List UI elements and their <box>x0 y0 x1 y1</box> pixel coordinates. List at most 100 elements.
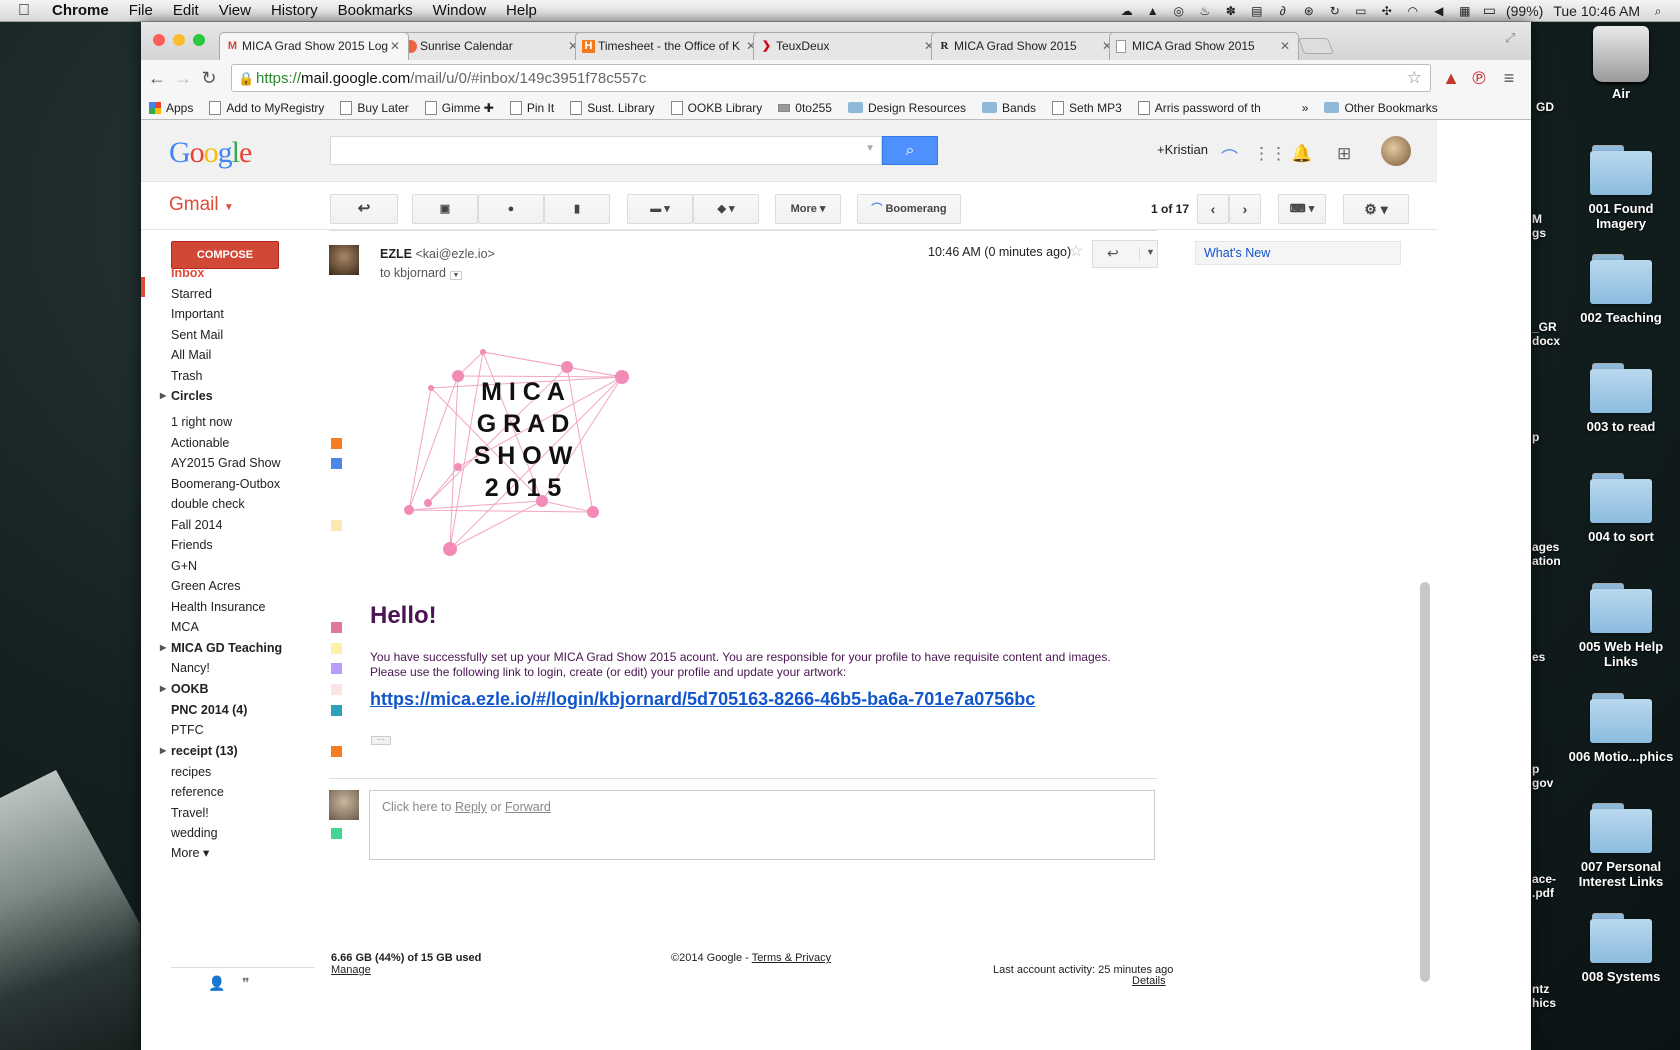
desktop-partial-label[interactable]: ace- .pdf <box>1532 872 1556 900</box>
paperclip-icon[interactable]: ∂ <box>1275 4 1291 18</box>
bookmark-item[interactable]: Seth MP3 <box>1052 100 1122 115</box>
apple-icon[interactable]:  <box>0 2 42 20</box>
menu-history[interactable]: History <box>261 2 328 19</box>
menu-file[interactable]: File <box>119 2 163 19</box>
terms-link[interactable]: Terms & Privacy <box>752 952 831 964</box>
notes-icon[interactable]: ▤ <box>1249 4 1265 18</box>
address-bar[interactable]: 🔒 https://mail.google.com/mail/u/0/#inbo… <box>231 64 1431 92</box>
back-icon[interactable]: ← <box>145 66 169 90</box>
bookmark-folder[interactable]: Design Resources <box>847 101 966 115</box>
activity-details-link[interactable]: Details <box>1132 975 1166 987</box>
label-color-swatch[interactable] <box>331 438 342 449</box>
desktop-partial-label[interactable]: GD <box>1536 100 1554 114</box>
reply-options-icon[interactable]: ▼ <box>1139 247 1155 261</box>
desktop-folder[interactable]: 007 Personal Interest Links <box>1566 803 1676 889</box>
wifi-icon[interactable]: ◠ <box>1405 4 1421 18</box>
desktop-folder[interactable]: 005 Web Help Links <box>1566 583 1676 669</box>
display-icon[interactable]: ▭ <box>1353 4 1369 18</box>
apps-grid-icon[interactable]: ⋮⋮ <box>1253 144 1287 164</box>
details-toggle-icon[interactable]: ▼ <box>449 271 463 280</box>
sidebar-item[interactable]: ▶ OOKB <box>160 679 342 699</box>
close-window-icon[interactable] <box>153 34 165 46</box>
settings-button[interactable]: ⚙ ▾ <box>1343 194 1409 224</box>
boomerang-rainbow-icon[interactable]: ⌒ <box>1221 144 1238 169</box>
desktop-partial-label[interactable]: _GR docx <box>1532 320 1560 348</box>
desktop-folder[interactable]: 003 to read <box>1566 363 1676 434</box>
bookmark-item[interactable]: OOKB Library <box>670 100 762 115</box>
bookmark-item[interactable]: Sust. Library <box>570 100 655 115</box>
bookmark-folder[interactable]: Bands <box>982 101 1036 115</box>
bookmark-item[interactable]: Add to MyRegistry <box>209 100 324 115</box>
menu-app-name[interactable]: Chrome <box>42 2 119 19</box>
accessibility-icon[interactable]: ⊛ <box>1301 4 1317 18</box>
sidebar-item[interactable]: Inbox <box>171 263 321 283</box>
hangouts-icon[interactable]: ❞ <box>242 975 250 992</box>
show-trimmed-content-button[interactable]: ··· <box>371 736 391 745</box>
gmail-menu[interactable]: Gmail ▼ <box>169 194 234 216</box>
reply-box[interactable]: Click here to Reply or Forward <box>369 790 1155 860</box>
label-color-swatch[interactable] <box>331 622 342 633</box>
extension-icon[interactable]: ▲ <box>1439 66 1463 90</box>
desktop-partial-label[interactable]: p <box>1532 430 1539 444</box>
expand-arrow-icon[interactable]: ▶ <box>160 679 166 699</box>
login-link[interactable]: https://mica.ezle.io/#/login/kbjornard/5… <box>370 689 1035 710</box>
desktop-partial-label[interactable]: es <box>1532 650 1545 664</box>
share-plus-icon[interactable]: ⊞ <box>1337 144 1351 164</box>
desktop-folder[interactable]: 008 Systems <box>1566 913 1676 984</box>
bookmark-item[interactable]: Gimme ✚ <box>424 100 494 115</box>
bookmark-apps[interactable]: Apps <box>149 101 193 115</box>
contacts-icon[interactable]: 👤 <box>208 975 225 992</box>
sidebar-item[interactable]: PTFC <box>171 720 321 740</box>
label-color-swatch[interactable] <box>331 520 342 531</box>
other-bookmarks[interactable]: Other Bookmarks <box>1324 101 1438 115</box>
paw-icon[interactable]: ✽ <box>1223 4 1239 18</box>
sidebar-item[interactable]: 1 right now <box>171 412 321 432</box>
new-tab-button[interactable] <box>1298 38 1334 54</box>
whats-new-link[interactable]: What's New <box>1195 241 1401 265</box>
menu-bookmarks[interactable]: Bookmarks <box>328 2 423 19</box>
label-color-swatch[interactable] <box>331 684 342 695</box>
sidebar-item[interactable]: double check <box>171 494 321 514</box>
user-name-link[interactable]: +Kristian <box>1157 142 1208 157</box>
spotlight-icon[interactable]: ⌕ <box>1650 4 1666 18</box>
labels-button[interactable]: ◆ ▾ <box>693 194 759 224</box>
manage-storage-link[interactable]: Manage <box>331 964 371 976</box>
close-tab-icon[interactable]: ✕ <box>390 39 400 53</box>
delete-button[interactable]: ▮ <box>544 194 610 224</box>
desktop-folder[interactable]: 002 Teaching <box>1566 254 1676 325</box>
desktop-partial-label[interactable]: M gs <box>1532 212 1552 240</box>
recipient-line[interactable]: to kbjornard ▼ <box>380 266 495 280</box>
expand-arrow-icon[interactable]: ▶ <box>160 638 166 658</box>
chrome-menu-icon[interactable]: ≡ <box>1497 66 1521 90</box>
more-button[interactable]: More ▾ <box>775 194 841 224</box>
minimize-window-icon[interactable] <box>173 34 185 46</box>
sidebar-more-link[interactable]: More ▾ <box>171 843 321 863</box>
drive-icon[interactable]: ▲ <box>1145 4 1161 18</box>
forward-icon[interactable]: → <box>171 66 195 90</box>
bookmark-item[interactable]: Buy Later <box>340 100 409 115</box>
menu-window[interactable]: Window <box>423 2 496 19</box>
sidebar-item[interactable]: Boomerang-Outbox <box>171 474 321 494</box>
desktop-folder[interactable]: 001 Found Imagery <box>1566 145 1676 231</box>
search-button[interactable]: ⌕ <box>882 136 938 165</box>
desktop-partial-label[interactable]: ages ation <box>1532 540 1561 568</box>
archive-button[interactable]: ▣ <box>412 194 478 224</box>
sidebar-item[interactable]: Actionable <box>171 433 342 453</box>
expand-arrow-icon[interactable]: ▶ <box>160 741 166 761</box>
sync-icon[interactable]: ◎ <box>1171 4 1187 18</box>
tab-sunrise[interactable]: Sunrise Calendar ✕ <box>397 32 587 60</box>
desktop-partial-label[interactable]: p gov <box>1532 762 1556 790</box>
bookmark-star-icon[interactable]: ☆ <box>1407 68 1422 88</box>
sidebar-item[interactable]: G+N <box>171 556 321 576</box>
sidebar-item[interactable]: reference <box>171 782 321 802</box>
desktop-folder[interactable]: 006 Motio...phics <box>1566 693 1676 764</box>
desktop-drive-air[interactable]: Air <box>1566 26 1676 101</box>
desktop-partial-label[interactable]: ntz hics <box>1532 982 1556 1010</box>
sidebar-item[interactable]: ▶ Circles <box>160 386 321 406</box>
notifications-bell-icon[interactable]: 🔔 <box>1291 144 1312 164</box>
reload-icon[interactable]: ↻ <box>197 66 221 90</box>
bookmark-item[interactable]: Arris password of th <box>1137 100 1278 115</box>
tab-gmail[interactable]: M MICA Grad Show 2015 Log ✕ <box>219 32 409 60</box>
sidebar-item[interactable]: recipes <box>171 762 321 782</box>
sidebar-item[interactable]: Travel! <box>171 803 321 823</box>
